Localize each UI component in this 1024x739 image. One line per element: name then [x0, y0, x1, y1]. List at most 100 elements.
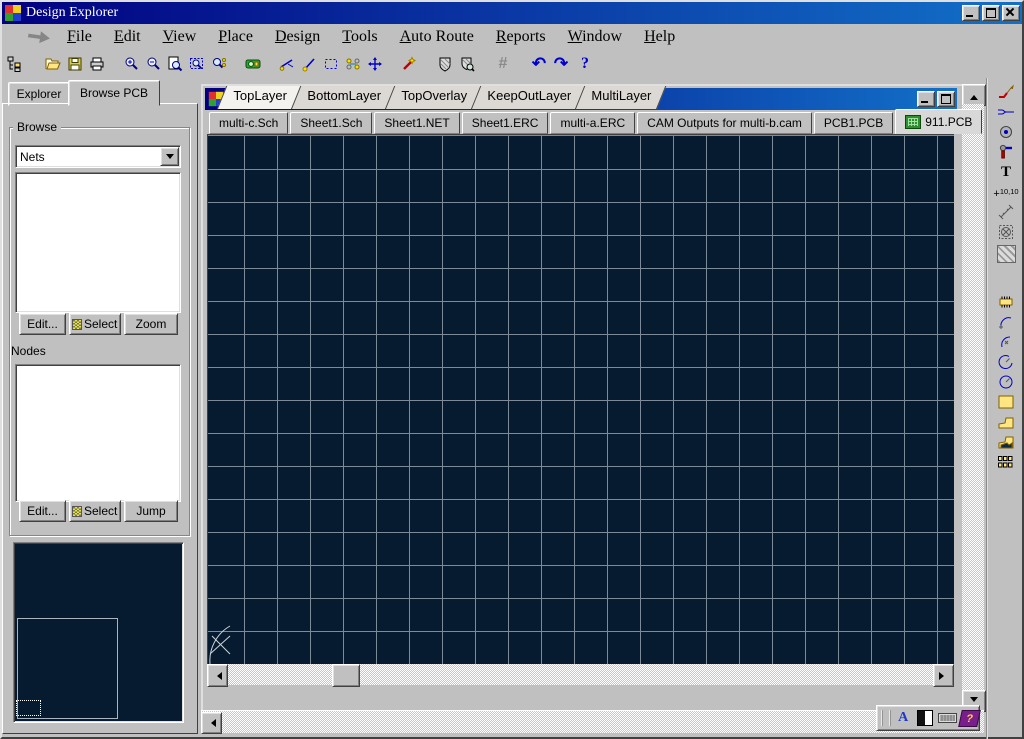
browse-dropdown[interactable]: Nets [15, 145, 181, 168]
layer-tab-bottomlayer[interactable]: BottomLayer [290, 86, 396, 109]
arc-edge-icon[interactable] [994, 314, 1018, 330]
select-icon [72, 506, 82, 517]
interactive-routing-icon[interactable] [994, 84, 1018, 100]
toolbar-grip[interactable] [881, 710, 891, 726]
layer-tab-topoverlay[interactable]: TopOverlay [384, 86, 482, 109]
coordinate-icon[interactable]: +10,10 [994, 184, 1018, 200]
camera-view-icon[interactable] [242, 53, 264, 75]
menu-design[interactable]: Design [264, 26, 331, 48]
doc-tab-cam-outputs[interactable]: CAM Outputs for multi-b.cam [637, 112, 812, 134]
help-book-icon[interactable]: ? [958, 710, 981, 727]
scroll-up-icon[interactable] [962, 84, 986, 106]
doc-tab-multi-c-sch[interactable]: multi-c.Sch [209, 112, 288, 134]
keyboard-icon[interactable] [938, 709, 957, 727]
nodes-select-button[interactable]: Select [69, 500, 121, 522]
zoom-document-icon[interactable] [164, 53, 186, 75]
hscroll-track[interactable] [228, 664, 933, 685]
print-icon[interactable] [86, 53, 108, 75]
canvas-horizontal-scrollbar[interactable] [207, 664, 954, 685]
library-browse-icon[interactable] [456, 53, 478, 75]
menu-auto-route[interactable]: Auto Route [389, 26, 485, 48]
viewport-rect[interactable] [16, 700, 41, 716]
library-icon[interactable] [434, 53, 456, 75]
move-icon[interactable] [364, 53, 386, 75]
text-mode-icon[interactable]: A [894, 709, 913, 727]
dimension-icon[interactable] [994, 204, 1018, 220]
wire-cutter-icon[interactable] [276, 53, 298, 75]
workspace-vertical-scrollbar[interactable] [962, 84, 984, 710]
scroll-left-icon[interactable] [207, 664, 228, 687]
pcb-canvas[interactable] [207, 134, 954, 664]
menu-place[interactable]: Place [207, 26, 264, 48]
close-button[interactable] [1002, 5, 1020, 21]
arc-center-icon[interactable] [994, 334, 1018, 350]
grid-icon[interactable]: # [492, 53, 514, 75]
select-area-icon[interactable] [320, 53, 342, 75]
chevron-down-icon[interactable] [160, 147, 179, 166]
nets-zoom-button[interactable]: Zoom [124, 313, 178, 335]
minimize-button[interactable] [962, 5, 980, 21]
doc-minimize-button[interactable] [917, 91, 935, 107]
nets-listbox[interactable] [15, 172, 181, 313]
menu-reports[interactable]: Reports [485, 26, 557, 48]
room-icon[interactable] [994, 224, 1018, 240]
doc-tab-911-pcb[interactable]: 911.PCB [895, 109, 982, 134]
via-icon[interactable] [994, 144, 1018, 160]
design-manager-icon[interactable] [4, 53, 26, 75]
nets-select-button[interactable]: Select [69, 313, 121, 335]
menu-file[interactable]: File [56, 26, 103, 48]
nets-edit-button[interactable]: Edit... [19, 313, 66, 335]
doc-tab-pcb1-pcb[interactable]: PCB1.PCB [814, 112, 893, 134]
zoom-area-icon[interactable] [186, 53, 208, 75]
menu-arrow-icon[interactable] [27, 30, 50, 45]
scroll-left-icon[interactable] [201, 712, 222, 734]
contrast-icon[interactable] [916, 709, 935, 727]
maximize-button[interactable] [982, 5, 1000, 21]
redo-icon[interactable]: ↷ [550, 53, 572, 75]
menu-window[interactable]: Window [557, 26, 633, 48]
browse-pcb-panel: Browse Nets Edit... Select Zoom Nodes Ed… [2, 103, 198, 734]
board-preview[interactable] [13, 542, 184, 723]
save-icon[interactable] [64, 53, 86, 75]
paste-array-icon[interactable] [994, 454, 1018, 470]
fill-hatch-icon[interactable] [994, 244, 1018, 264]
layer-tab-keepoutlayer[interactable]: KeepOutLayer [470, 86, 586, 109]
rectangle-fill-icon[interactable] [994, 394, 1018, 410]
wizard-icon[interactable] [398, 53, 420, 75]
doc-tab-sheet1-erc[interactable]: Sheet1.ERC [462, 112, 549, 134]
open-document-icon[interactable] [42, 53, 64, 75]
layer-tab-multilayer[interactable]: MultiLayer [574, 86, 666, 109]
full-circle-icon[interactable] [994, 374, 1018, 390]
zoom-in-icon[interactable] [120, 53, 142, 75]
zoom-point-icon[interactable] [208, 53, 230, 75]
component-icon[interactable] [994, 294, 1018, 310]
split-plane-icon[interactable] [994, 434, 1018, 450]
nodes-listbox[interactable] [15, 364, 181, 502]
arc-angles-icon[interactable] [994, 354, 1018, 370]
doc-tab-multi-a-erc[interactable]: multi-a.ERC [550, 112, 635, 134]
doc-maximize-button[interactable] [937, 91, 955, 107]
layer-tab-toplayer[interactable]: TopLayer [216, 86, 302, 109]
doc-tab-sheet1-net[interactable]: Sheet1.NET [374, 112, 459, 134]
menu-edit[interactable]: Edit [103, 26, 152, 48]
pad-icon[interactable] [994, 124, 1018, 140]
scroll-right-icon[interactable] [933, 664, 954, 687]
doc-tab-sheet1-sch[interactable]: Sheet1.Sch [290, 112, 372, 134]
vscroll-track[interactable] [962, 104, 984, 690]
tab-browse-pcb[interactable]: Browse PCB [68, 80, 160, 106]
multiple-traces-icon[interactable] [994, 104, 1018, 120]
knife-icon[interactable] [298, 53, 320, 75]
nodes-edit-button[interactable]: Edit... [19, 500, 66, 522]
polygon-plane-icon[interactable] [994, 414, 1018, 430]
zoom-out-icon[interactable] [142, 53, 164, 75]
deselect-icon[interactable] [342, 53, 364, 75]
menu-tools[interactable]: Tools [331, 26, 388, 48]
menu-view[interactable]: View [152, 26, 208, 48]
hscroll-thumb[interactable] [332, 664, 360, 687]
help-icon[interactable]: ? [574, 53, 596, 75]
workspace-horizontal-scrollbar[interactable] [201, 710, 984, 733]
string-icon[interactable]: T [994, 164, 1018, 180]
nodes-jump-button[interactable]: Jump [124, 500, 178, 522]
menu-help[interactable]: Help [633, 26, 686, 48]
undo-icon[interactable]: ↶ [528, 53, 550, 75]
